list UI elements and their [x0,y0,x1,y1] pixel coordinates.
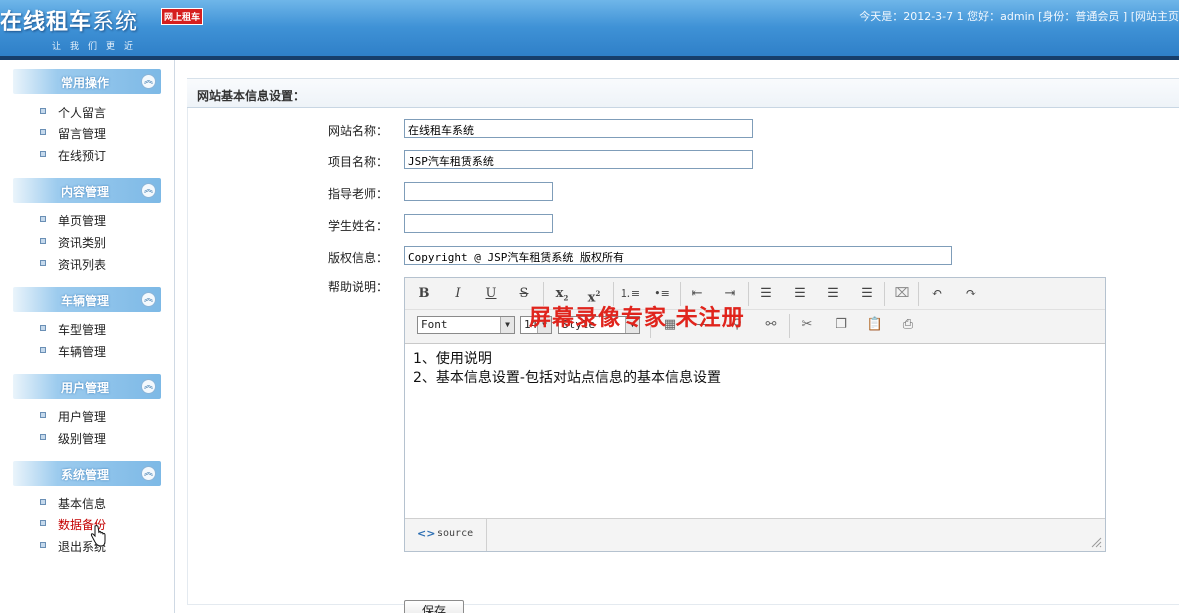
collapse-icon[interactable]: ︽ [141,466,156,481]
bullet-icon [40,238,46,244]
toolbar-divider [918,282,919,306]
editor-toolbar: B I U S x2 x2 ⒈≡ •≡ ⇤ ⇥ ☰ ☰ ☰ ☰ ⌧ ↶ ↷ Fo… [405,278,1105,344]
bullet-icon [40,108,46,114]
student-name-label: 学生姓名： [328,219,389,233]
underline-icon[interactable]: U [479,283,503,305]
site-slogan: 让我们更近 [52,42,143,52]
align-left-icon[interactable]: ☰ [754,283,778,305]
editor-toolbar-row-1: B I U S x2 x2 ⒈≡ •≡ ⇤ ⇥ ☰ ☰ ☰ ☰ ⌧ ↶ ↷ [405,278,1105,310]
clear-format-icon[interactable]: ⌧ [890,283,914,305]
date-text: 今天是：2012-3-7 1 [859,10,964,23]
collapse-icon[interactable]: ︽ [141,183,156,198]
editor-statusbar: <> source [405,518,1105,551]
user-info-bar: 今天是：2012-3-7 1 您好：admin [身份：普通会员 ] [网站主页 [859,8,1179,24]
font-family-select[interactable]: Font ▼ [417,316,515,334]
header-divider [0,56,1179,60]
bullet-icon [40,542,46,548]
copyright-label: 版权信息： [328,251,389,265]
project-name-input[interactable]: JSP汽车租赁系统 [404,150,753,169]
sidebar-section-common[interactable]: 常用操作 ︽ [13,69,161,94]
main-content: 网站基本信息设置： 网站名称： 在线租车系统 项目名称： JSP汽车租赁系统 指… [187,72,1179,613]
student-name-input[interactable] [404,214,553,233]
undo-icon[interactable]: ↶ [925,283,949,305]
site-logo: 在线租车系统 [0,10,139,35]
site-badge: 网上租车 [161,8,204,25]
panel-header: 网站基本信息设置： [187,78,1179,108]
bullet-icon [40,520,46,526]
bullet-icon [40,260,46,266]
align-right-icon[interactable]: ☰ [821,283,845,305]
toolbar-divider [884,282,885,306]
copyright-input[interactable]: Copyright @ JSP汽车租赁系统 版权所有 [404,246,952,265]
screen-recorder-watermark: 屏幕录像专家 未注册 [529,305,745,331]
cut-icon[interactable]: ✂ [795,314,819,336]
paste-icon[interactable]: 📋 [863,314,887,336]
redo-icon[interactable]: ↷ [959,283,983,305]
content-line: 2、基本信息设置-包括对站点信息的基本信息设置 [413,370,721,386]
sidebar-section-content[interactable]: 内容管理 ︽ [13,178,161,203]
bold-icon[interactable]: B [412,283,436,305]
align-center-icon[interactable]: ☰ [788,283,812,305]
toolbar-divider [789,314,790,338]
site-name-input[interactable]: 在线租车系统 [404,119,753,138]
site-name-label: 网站名称： [328,124,389,138]
source-button[interactable]: <> source [405,519,487,551]
copy-icon[interactable]: ❐ [829,314,853,336]
sidebar-section-system[interactable]: 系统管理 ︽ [13,461,161,486]
rich-text-editor: B I U S x2 x2 ⒈≡ •≡ ⇤ ⇥ ☰ ☰ ☰ ☰ ⌧ ↶ ↷ Fo… [404,277,1106,552]
top-header: 在线租车系统 让我们更近 网上租车 今天是：2012-3-7 1 您好：admi… [0,0,1179,60]
collapse-icon[interactable]: ︽ [141,379,156,394]
bullet-icon [40,325,46,331]
unlink-icon[interactable]: ⚯ [759,314,783,336]
help-label: 帮助说明： [328,280,389,294]
editor-content-area[interactable]: 1、使用说明 2、基本信息设置-包括对站点信息的基本信息设置 [405,344,1105,518]
sidebar-section-user[interactable]: 用户管理 ︽ [13,374,161,399]
print-icon[interactable]: ⎙ [896,314,920,336]
bullet-icon [40,347,46,353]
advisor-label: 指导老师： [328,187,389,201]
content-line: 1、使用说明 [413,351,492,367]
hand-cursor-icon [90,525,106,547]
toolbar-divider [748,282,749,306]
bullet-icon [40,499,46,505]
page-title: 网站基本信息设置： [197,89,306,103]
align-justify-icon[interactable]: ☰ [855,283,879,305]
bullet-icon [40,129,46,135]
bullet-icon [40,412,46,418]
resize-handle-icon[interactable] [1090,536,1102,548]
greeting-text: 您好：admin [身份：普通会员 ] [967,10,1128,23]
settings-form: 网站名称： 在线租车系统 项目名称： JSP汽车租赁系统 指导老师： 学生姓名：… [187,108,1179,613]
advisor-input[interactable] [404,182,553,201]
sidebar-section-vehicle[interactable]: 车辆管理 ︽ [13,287,161,312]
chevron-down-icon: ▼ [500,317,514,333]
sidebar: 常用操作 ︽ 个人留言 留言管理 在线预订 内容管理 ︽ 单页管理 资讯类别 资… [0,60,175,613]
collapse-icon[interactable]: ︽ [141,292,156,307]
project-name-label: 项目名称： [328,155,389,169]
site-home-link[interactable]: [网站主页 [1131,10,1179,23]
collapse-icon[interactable]: ︽ [141,74,156,89]
italic-icon[interactable]: I [446,283,470,305]
code-icon: <> [417,527,436,540]
bullet-icon [40,216,46,222]
save-button[interactable]: 保存 [404,600,464,613]
bullet-icon [40,434,46,440]
bullet-icon [40,151,46,157]
